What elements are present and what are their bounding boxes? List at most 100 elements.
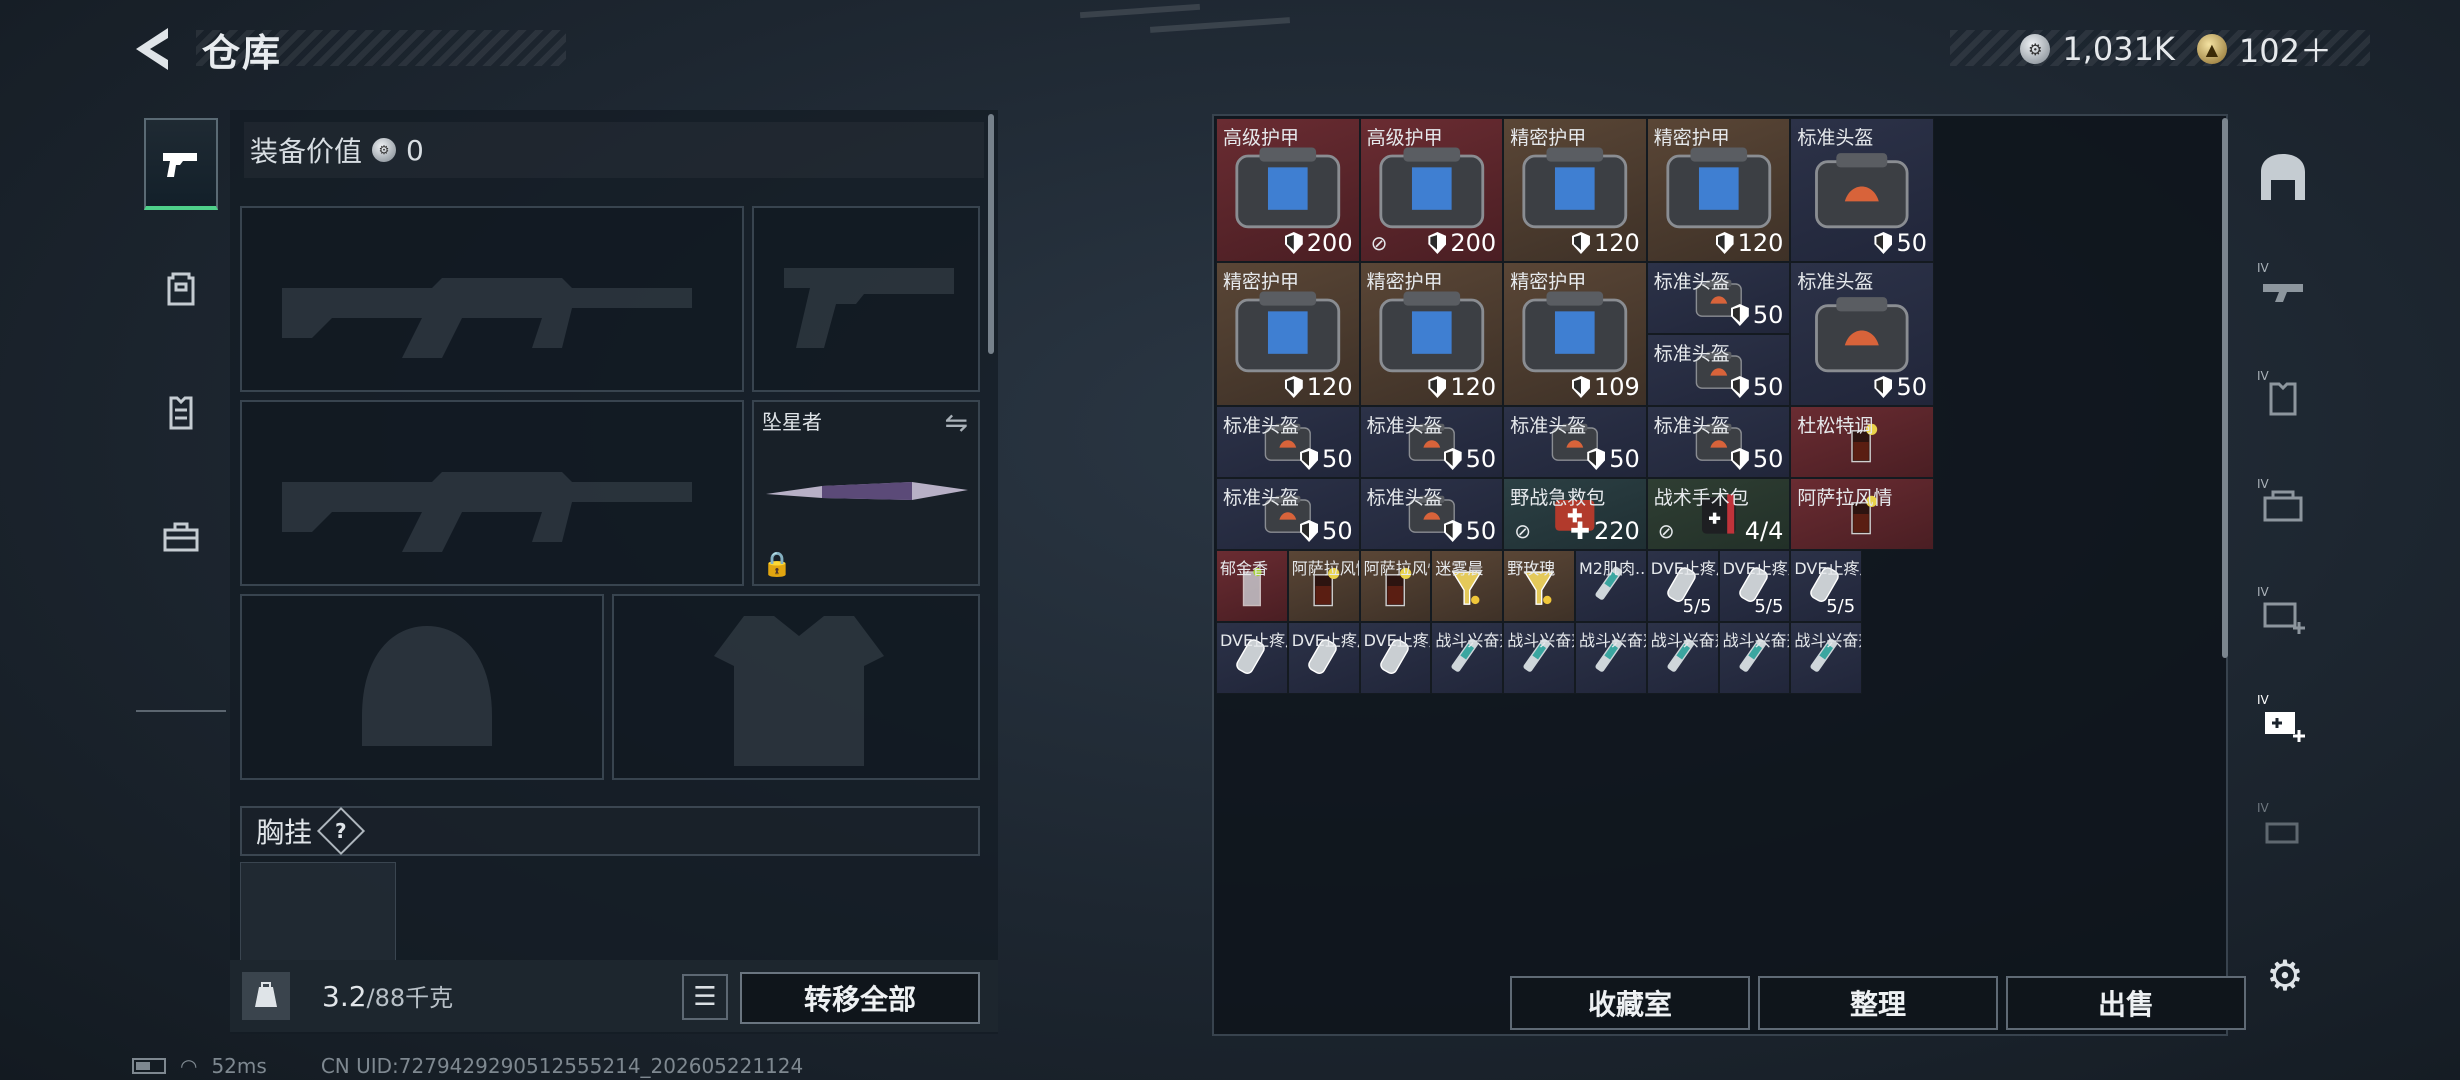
unavailable-icon: ⊘ <box>1657 519 1675 543</box>
shield-icon <box>1874 376 1893 398</box>
storage-item[interactable]: M2肌肉... <box>1575 550 1647 622</box>
tab-backpack[interactable] <box>144 242 218 334</box>
rail-medical-active[interactable]: IV <box>2246 672 2320 764</box>
storage-item[interactable]: DVE止疼片 <box>1216 622 1288 694</box>
item-name: 郁金香 <box>1220 559 1269 578</box>
rail-all[interactable] <box>2246 132 2320 224</box>
rail-armor[interactable]: IV <box>2246 348 2320 440</box>
shield-icon <box>1428 376 1447 398</box>
rail-containers[interactable]: IV <box>2246 456 2320 548</box>
storage-item[interactable]: 战斗兴奋剂 <box>1718 622 1791 694</box>
storage-item[interactable]: 精密护甲 120 <box>1216 262 1360 406</box>
shield-icon <box>1571 232 1590 254</box>
rail-medical[interactable]: IV <box>2246 564 2320 656</box>
item-name: 战斗兴奋剂 <box>1435 631 1502 650</box>
storage-item[interactable]: 杜松特调 <box>1790 406 1934 478</box>
storage-item[interactable]: 高级护甲 200 <box>1216 118 1360 262</box>
equipment-value-bar: 装备价值 ⚙ 0 <box>244 122 984 178</box>
storage-item[interactable]: DVE止疼片 <box>1287 622 1360 694</box>
storage-item[interactable]: DVE止疼片 <box>1359 622 1432 694</box>
storage-item[interactable]: 战斗兴奋剂 <box>1790 622 1863 694</box>
item-value-text: 50 <box>1896 373 1927 401</box>
storage-item[interactable]: DVE止疼片 5/5 <box>1646 550 1719 622</box>
storage-item[interactable]: 精密护甲 120 <box>1646 118 1791 262</box>
storage-item[interactable]: 标准头盔 50 <box>1646 334 1791 406</box>
storage-item[interactable]: 精密护甲 120 <box>1503 118 1647 262</box>
item-name: 标准头盔 <box>1653 415 1730 437</box>
storage-item[interactable]: DVE止疼片 5/5 <box>1790 550 1863 622</box>
loadout-panel: 装备价值 ⚙ 0 坠星者 ⇋ 🔒 胸挂 ? <box>230 110 998 1034</box>
storage-item[interactable]: 战术手术包 4/4 ⊘ <box>1646 478 1791 550</box>
helmet-silhouette-icon <box>362 626 492 746</box>
item-name: DVE止疼片 <box>1794 559 1861 578</box>
storage-item[interactable]: 精密护甲 109 <box>1503 262 1647 406</box>
item-name: 精密护甲 <box>1510 127 1587 149</box>
tab-toolbox[interactable] <box>144 490 218 582</box>
melee-slot[interactable]: 坠星者 ⇋ 🔒 <box>752 400 980 586</box>
item-value-text: 50 <box>1322 445 1353 473</box>
svg-text:IV: IV <box>2257 801 2270 815</box>
storage-item[interactable]: 标准头盔 50 <box>1359 406 1504 478</box>
shield-icon <box>1730 448 1749 470</box>
sell-button[interactable]: 出售 <box>2006 976 2246 1030</box>
storage-item[interactable]: 战斗兴奋剂 <box>1503 622 1575 694</box>
storage-item[interactable]: 战斗兴奋剂 <box>1646 622 1719 694</box>
container-category-icon: IV <box>2257 477 2303 522</box>
storage-item[interactable]: 野玫瑰 <box>1503 550 1575 622</box>
list-view-button[interactable]: ☰ <box>682 974 728 1020</box>
helmet-slot[interactable] <box>240 594 604 780</box>
secondary-weapon-slot[interactable] <box>240 400 744 586</box>
shield-icon <box>1571 376 1590 398</box>
item-name: 阿萨拉风情 <box>1797 487 1893 509</box>
svg-text:IV: IV <box>2257 693 2270 707</box>
organize-button[interactable]: 整理 <box>1758 976 1998 1030</box>
item-value: 5/5 <box>1683 596 1712 617</box>
shield-icon <box>1300 520 1319 542</box>
storage-item[interactable]: 标准头盔 50 <box>1216 406 1360 478</box>
transfer-all-button[interactable]: 转移全部 <box>740 972 980 1024</box>
warehouse-icon <box>2261 154 2305 200</box>
storage-item[interactable]: 阿萨拉风情 <box>1287 550 1360 622</box>
gold-amount[interactable]: 102＋ <box>2239 26 2332 72</box>
rail-misc[interactable]: IV <box>2246 780 2320 872</box>
storage-item[interactable]: 标准头盔 50 <box>1646 406 1791 478</box>
swap-icon[interactable]: ⇋ <box>945 406 968 439</box>
storage-item[interactable]: 精密护甲 120 <box>1359 262 1504 406</box>
storage-item[interactable]: 标准头盔 50 <box>1503 406 1647 478</box>
storage-item[interactable]: 高级护甲 200 ⊘ <box>1359 118 1504 262</box>
tab-vest[interactable] <box>144 366 218 458</box>
storage-item[interactable]: 迷雾晨 <box>1431 550 1504 622</box>
storage-item[interactable]: DVE止疼片 5/5 <box>1718 550 1791 622</box>
sidearm-slot[interactable] <box>752 206 980 392</box>
item-name: 战术手术包 <box>1653 487 1749 509</box>
item-value: 50 <box>1874 229 1927 257</box>
storage-item[interactable]: 郁金香 <box>1216 550 1288 622</box>
help-icon[interactable]: ? <box>316 806 366 856</box>
storage-item[interactable]: 阿萨拉风情 <box>1790 478 1934 550</box>
armor-category-icon: IV <box>2257 369 2297 416</box>
storage-item[interactable]: 野战急救包 ✚ 220 ⊘ <box>1503 478 1647 550</box>
loadout-scrollbar[interactable] <box>988 114 994 354</box>
tab-weapons[interactable] <box>144 118 218 210</box>
storage-scrollbar[interactable] <box>2222 118 2228 658</box>
storage-item[interactable]: 战斗兴奋剂 <box>1575 622 1647 694</box>
storage-item[interactable]: 标准头盔 50 <box>1790 118 1934 262</box>
rail-weapons[interactable]: IV <box>2246 240 2320 332</box>
shield-icon <box>1443 520 1462 542</box>
storage-item[interactable]: 标准头盔 50 <box>1216 478 1360 550</box>
storage-item[interactable]: 标准头盔 50 <box>1790 262 1934 406</box>
gear-icon[interactable]: ⚙ <box>2262 951 2308 1000</box>
storage-item[interactable]: 标准头盔 50 <box>1359 478 1504 550</box>
armor-slot[interactable] <box>612 594 980 780</box>
primary-weapon-slot[interactable] <box>240 206 744 392</box>
storage-item[interactable]: 标准头盔 50 <box>1646 262 1791 334</box>
back-arrow-icon[interactable] <box>132 24 176 74</box>
storage-item[interactable]: 阿萨拉风情 <box>1359 550 1432 622</box>
collection-room-button[interactable]: 收藏室 <box>1510 976 1750 1030</box>
chest-rig-slot[interactable] <box>240 862 396 972</box>
storage-category-rail: IV IV IV IV IV IV <box>2246 122 2320 922</box>
shield-icon <box>1284 376 1303 398</box>
item-name: 精密护甲 <box>1653 127 1730 149</box>
storage-item[interactable]: 战斗兴奋剂 <box>1431 622 1504 694</box>
storage-grid: 高级护甲 200 高级护甲 200 ⊘ 精密护甲 120 精密护甲 120 标准头盔 50 精密护甲 1… <box>1216 118 2228 960</box>
